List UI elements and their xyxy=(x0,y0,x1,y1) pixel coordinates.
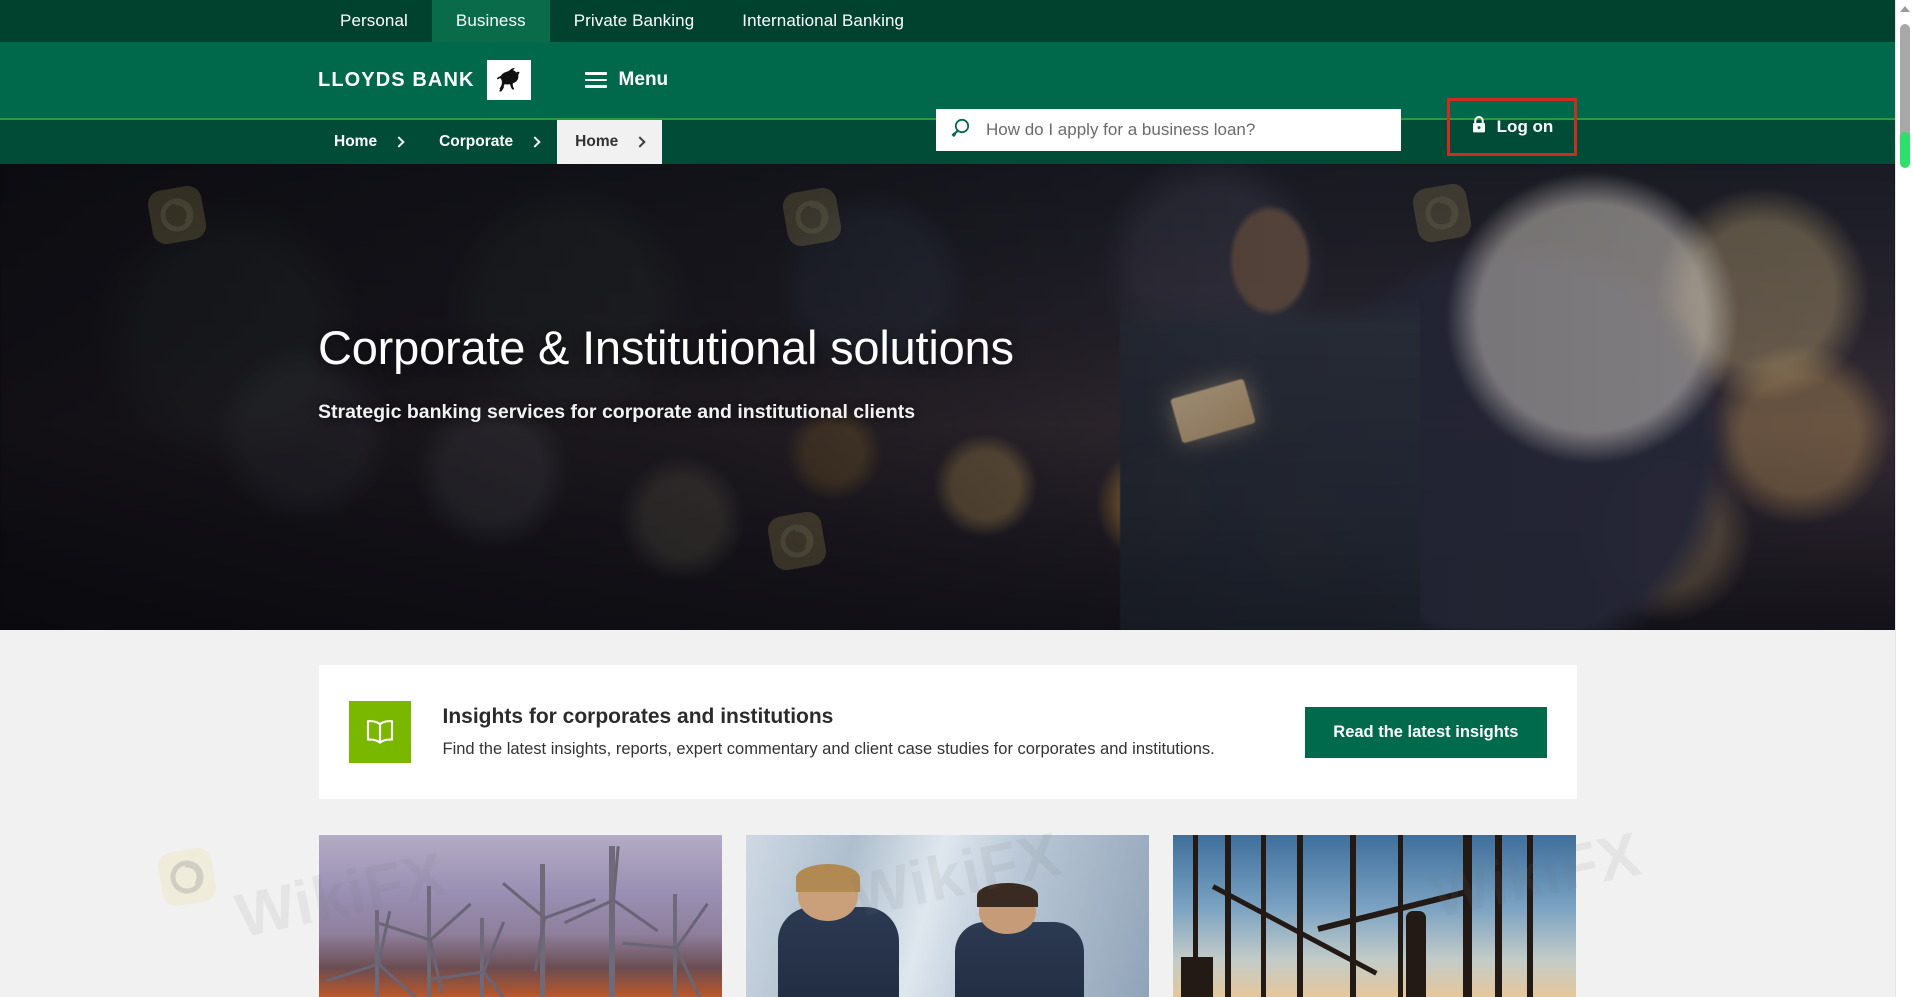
site-search[interactable] xyxy=(936,109,1401,151)
scrollbar-accent-marker xyxy=(1900,132,1910,168)
search-magnifier-icon xyxy=(950,117,972,144)
chevron-right-icon xyxy=(634,136,646,148)
top-utility-tabbar: Personal Business Private Banking Intern… xyxy=(0,0,1895,42)
main-content: Insights for corporates and institutions… xyxy=(0,630,1895,997)
padlock-icon xyxy=(1471,115,1487,139)
log-on-button[interactable]: Log on xyxy=(1452,103,1572,151)
tab-international-banking[interactable]: International Banking xyxy=(718,0,928,42)
breadcrumb-item-corporate[interactable]: Corporate xyxy=(421,120,557,164)
open-book-icon xyxy=(348,701,411,763)
breadcrumb-item-current-home[interactable]: Home xyxy=(557,120,663,164)
promo-card-construction[interactable] xyxy=(1172,835,1576,997)
tab-business[interactable]: Business xyxy=(431,0,550,42)
vertical-scrollbar[interactable] xyxy=(1895,0,1913,997)
hero-copy: Corporate & Institutional solutions Stra… xyxy=(318,321,1014,424)
insights-description: Find the latest insights, reports, exper… xyxy=(442,740,1215,758)
tab-private-banking-label: Private Banking xyxy=(573,11,695,30)
hero-subtitle: Strategic banking services for corporate… xyxy=(318,400,916,423)
page-root: Personal Business Private Banking Intern… xyxy=(0,0,1895,997)
log-on-label: Log on xyxy=(1496,117,1554,136)
breadcrumb-item-home[interactable]: Home xyxy=(316,120,421,164)
brand-name: LLOYDS BANK xyxy=(318,68,475,91)
site-header: LLOYDS BANK Menu How do I apply for a bu… xyxy=(0,42,1895,156)
breadcrumb-item-corporate-label: Corporate xyxy=(439,133,514,150)
menu-button[interactable]: Menu xyxy=(581,63,673,97)
promo-card-image-wind xyxy=(318,835,722,997)
read-latest-insights-button[interactable]: Read the latest insights xyxy=(1305,706,1547,758)
business-meeting-photo xyxy=(745,835,1149,997)
search-input[interactable] xyxy=(986,120,1387,140)
tab-business-label: Business xyxy=(455,11,526,30)
chevron-right-icon xyxy=(529,136,541,148)
page-title: Corporate & Institutional solutions xyxy=(318,321,1014,374)
construction-site-photo xyxy=(1172,835,1576,997)
wind-turbines-photo xyxy=(318,835,722,997)
insights-title: Insights for corporates and institutions xyxy=(442,705,834,728)
insights-text-block: Insights for corporates and institutions… xyxy=(443,705,1306,759)
scrollbar-track[interactable] xyxy=(1896,18,1913,997)
tab-private-banking[interactable]: Private Banking xyxy=(550,0,719,42)
promo-cards-row xyxy=(318,835,1577,997)
tab-personal[interactable]: Personal xyxy=(316,0,432,42)
tab-personal-label: Personal xyxy=(340,11,408,30)
wikifx-logo-icon xyxy=(155,845,219,909)
promo-card-wind-energy[interactable] xyxy=(318,835,722,997)
insights-promo-card: Insights for corporates and institutions… xyxy=(318,665,1577,799)
black-horse-logo-icon xyxy=(486,60,531,100)
promo-card-image-meeting xyxy=(745,835,1149,997)
hero-banner: Corporate & Institutional solutions Stra… xyxy=(0,164,1895,630)
tab-international-banking-label: International Banking xyxy=(742,11,905,30)
breadcrumb-item-current-home-label: Home xyxy=(575,133,619,150)
promo-card-image-construction xyxy=(1172,835,1576,997)
menu-button-label: Menu xyxy=(618,69,669,90)
breadcrumb-item-home-label: Home xyxy=(334,133,378,150)
chevron-right-icon xyxy=(393,136,405,148)
promo-card-business-meeting[interactable] xyxy=(745,835,1149,997)
scroll-up-arrow-icon[interactable] xyxy=(1896,0,1913,18)
hamburger-menu-icon xyxy=(584,72,607,88)
browser-viewport: Personal Business Private Banking Intern… xyxy=(0,0,1913,997)
brand-logo-link[interactable]: LLOYDS BANK xyxy=(318,60,531,100)
